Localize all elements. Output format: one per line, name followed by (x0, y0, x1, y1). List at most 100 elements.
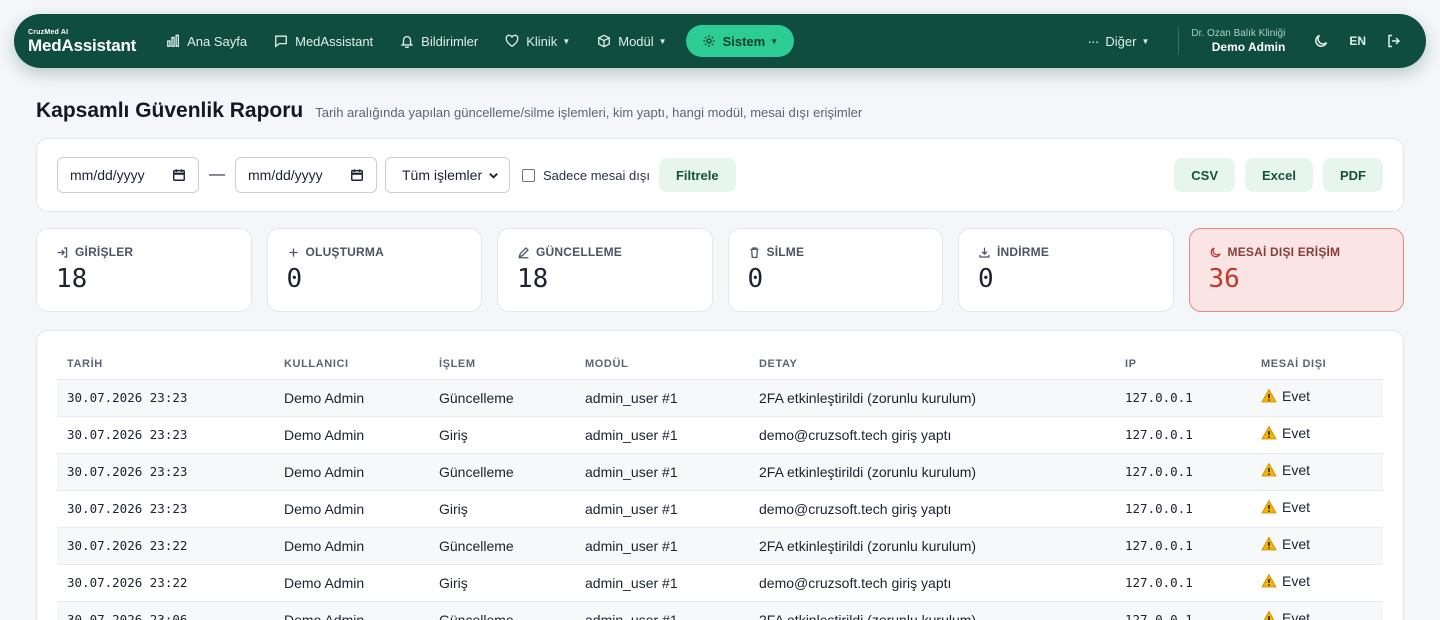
cell-action: Güncelleme (429, 379, 575, 417)
warning-icon (1261, 425, 1277, 440)
pencil-icon (518, 246, 529, 258)
nav-item-system[interactable]: Sistem ▼ (685, 25, 795, 57)
column-header-ip: IP (1115, 349, 1251, 380)
chat-icon (275, 35, 288, 48)
date-from-input[interactable]: mm/dd/yyyy (57, 157, 199, 193)
cell-action: Güncelleme (429, 453, 575, 491)
table-row[interactable]: 30.07.2026 23:23 Demo Admin Giriş admin_use… (57, 416, 1383, 454)
cell-date: 30.07.2026 23:22 (57, 527, 274, 565)
after-hours-value: Evet (1282, 573, 1311, 589)
table-row[interactable]: 30.07.2026 23:23 Demo Admin Güncelleme admi… (57, 453, 1383, 491)
cell-action: Giriş (429, 416, 575, 454)
cell-ip: 127.0.0.1 (1115, 564, 1251, 602)
chevron-down-icon: ▼ (1141, 36, 1150, 46)
cell-ip: 127.0.0.1 (1115, 453, 1251, 491)
cell-module: admin_user #1 (575, 453, 749, 491)
brand-logo[interactable]: CruzMed AI MedAssistant (28, 29, 136, 54)
export-csv-button[interactable]: CSV (1174, 158, 1236, 192)
export-pdf-button[interactable]: PDF (1323, 158, 1383, 192)
nav-item-more[interactable]: ··· Diğer ▼ (1079, 25, 1157, 57)
cell-detail: 2FA etkinleştirildi (zorunlu kurulum) (749, 527, 1115, 565)
stat-label: OLUŞTURMA (287, 245, 463, 259)
stat-label: GİRİŞLER (56, 245, 232, 259)
table-row[interactable]: 30.07.2026 23:22 Demo Admin Güncelleme admi… (57, 527, 1383, 565)
cell-after-hours: Evet (1251, 490, 1383, 528)
stat-card-deletes: SİLME 0 (727, 228, 943, 312)
page-heading: Kapsamlı Güvenlik Raporu Tarih aralığınd… (36, 99, 862, 123)
nav-item-notifications[interactable]: Bildirimler (392, 25, 486, 57)
clinic-name: Dr. Ozan Balık Kliniği (1191, 27, 1286, 39)
column-header-date: TARİH (57, 349, 274, 380)
cell-ip: 127.0.0.1 (1115, 416, 1251, 454)
nav-divider (1178, 27, 1180, 55)
cell-user: Demo Admin (274, 453, 429, 491)
chevron-down-icon: ▼ (770, 36, 779, 46)
action-type-select[interactable]: Tüm işlemler (385, 157, 510, 193)
table-row[interactable]: 30.07.2026 23:22 Demo Admin Giriş admin_use… (57, 564, 1383, 602)
stat-card-after-hours: MESAİ DIŞI ERİŞİM 36 (1188, 228, 1404, 312)
cell-date: 30.07.2026 23:23 (57, 416, 274, 454)
cell-after-hours: Evet (1251, 453, 1383, 491)
user-name: Demo Admin (1211, 39, 1286, 54)
trash-icon (749, 246, 759, 258)
nav-item-home[interactable]: Ana Sayfa (158, 25, 255, 57)
calendar-icon (173, 169, 185, 181)
column-header-after-hours: MESAİ DIŞI (1251, 349, 1383, 380)
cell-user: Demo Admin (274, 379, 429, 417)
page-subtitle: Tarih aralığında yapılan güncelleme/silm… (315, 105, 863, 120)
cell-after-hours: Evet (1251, 564, 1383, 602)
warning-icon (1261, 462, 1277, 477)
brand-name: MedAssistant (28, 35, 137, 55)
language-switch[interactable]: EN (1349, 34, 1366, 48)
stat-value: 18 (56, 264, 88, 294)
page-title: Kapsamlı Güvenlik Raporu (36, 99, 304, 122)
cell-ip: 127.0.0.1 (1115, 601, 1251, 620)
cell-detail: demo@cruzsoft.tech giriş yaptı (749, 564, 1115, 602)
moon-icon (1210, 246, 1221, 257)
logout-button[interactable] (1383, 30, 1405, 52)
after-hours-checkbox[interactable]: Sadece mesai dışı (522, 168, 650, 183)
cell-action: Güncelleme (429, 601, 575, 620)
stat-label-text: MESAİ DIŞI ERİŞİM (1227, 245, 1341, 259)
checkbox-box[interactable] (522, 168, 535, 182)
nav-item-medassistant[interactable]: MedAssistant (266, 25, 381, 57)
cell-module: admin_user #1 (575, 490, 749, 528)
stat-card-logins: GİRİŞLER 18 (36, 228, 252, 312)
user-profile[interactable]: Dr. Ozan Balık Kliniği Demo Admin (1191, 28, 1285, 54)
table-row[interactable]: 30.07.2026 23:23 Demo Admin Güncelleme admi… (57, 379, 1383, 417)
stat-value: 18 (517, 264, 549, 294)
filter-bar: mm/dd/yyyy — mm/dd/yyyy Tüm işlemler Sad… (36, 138, 1404, 212)
stat-card-updates: GÜNCELLEME 18 (497, 228, 713, 312)
cell-module: admin_user #1 (575, 527, 749, 565)
nav-item-label: Klinik (526, 33, 558, 49)
chevron-down-icon (489, 172, 498, 179)
table-body: 30.07.2026 23:23 Demo Admin Güncelleme admi… (57, 379, 1383, 620)
table-row[interactable]: 30.07.2026 23:06 Demo Admin Güncelleme admi… (57, 601, 1383, 620)
theme-toggle-button[interactable] (1310, 30, 1332, 52)
cell-detail: 2FA etkinleştirildi (zorunlu kurulum) (749, 453, 1115, 491)
stat-value: 36 (1208, 264, 1240, 294)
download-icon (979, 247, 990, 258)
cell-action: Giriş (429, 564, 575, 602)
warning-icon (1261, 499, 1277, 514)
stat-label-text: SİLME (766, 245, 805, 259)
cell-action: Güncelleme (429, 527, 575, 565)
logout-icon (1388, 34, 1401, 48)
table-row[interactable]: 30.07.2026 23:23 Demo Admin Giriş admin_use… (57, 490, 1383, 528)
nav-item-clinic[interactable]: Klinik ▼ (497, 25, 578, 57)
date-to-input[interactable]: mm/dd/yyyy (235, 157, 377, 193)
export-excel-button[interactable]: Excel (1245, 158, 1313, 192)
after-hours-flag: Evet (1261, 425, 1310, 441)
after-hours-flag: Evet (1261, 536, 1310, 552)
cell-ip: 127.0.0.1 (1115, 527, 1251, 565)
stat-label-text: GÜNCELLEME (536, 245, 622, 259)
stat-value: 0 (978, 264, 994, 294)
nav-item-module[interactable]: Modül ▼ (589, 25, 674, 57)
plus-icon (288, 247, 298, 257)
cell-user: Demo Admin (274, 601, 429, 620)
stat-value: 0 (747, 264, 764, 294)
cell-date: 30.07.2026 23:22 (57, 564, 274, 602)
cell-after-hours: Evet (1251, 601, 1383, 620)
cell-module: admin_user #1 (575, 564, 749, 602)
filter-button[interactable]: Filtrele (658, 158, 736, 192)
